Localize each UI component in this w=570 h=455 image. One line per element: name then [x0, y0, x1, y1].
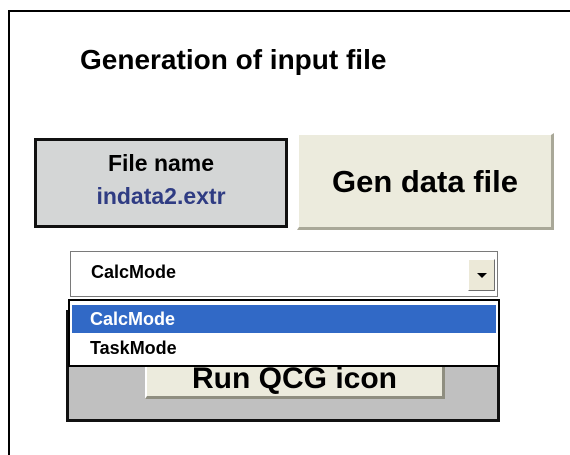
chevron-down-icon[interactable]	[468, 259, 495, 291]
panel-title: Generation of input file	[80, 44, 387, 75]
mode-select[interactable]: CalcMode	[70, 251, 498, 297]
file-name-value: indata2.extr	[96, 183, 226, 209]
mode-select-value: CalcMode	[91, 262, 177, 282]
gen-data-file-button[interactable]: Gen data file	[297, 133, 554, 230]
file-name-box: File name indata2.extr	[34, 138, 288, 228]
dropdown-option-taskmode[interactable]: TaskMode	[72, 334, 496, 362]
file-name-label: File name	[107, 150, 215, 176]
dropdown-option-calcmode[interactable]: CalcMode	[72, 305, 496, 333]
mode-dropdown-list: CalcMode TaskMode	[68, 299, 500, 367]
